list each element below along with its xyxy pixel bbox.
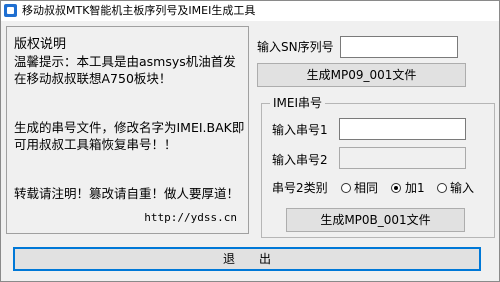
client-area: 版权说明 温馨提示：本工具是由asmsys机油首发在移动叔叔联想A750板块！ … (1, 21, 499, 281)
radio-same-label: 相同 (354, 181, 379, 195)
warning-text: 转载请注明！篡改请自重！做人要厚道！ (14, 186, 240, 201)
sn-label: 输入SN序列号 (257, 40, 334, 54)
radio-plus-one[interactable] (391, 183, 401, 193)
notice-text: 温馨提示：本工具是由asmsys机油首发在移动叔叔联想A750板块！ (14, 54, 236, 86)
instructions-text: 生成的串号文件，修改名字为IMEI.BAK即可用叔叔工具箱恢复串号！！ (14, 120, 245, 152)
imei1-label: 输入串号1 (272, 123, 328, 137)
generate-mp0b-button[interactable]: 生成MP0B_001文件 (286, 208, 465, 232)
imei-group-title: IMEI串号 (270, 96, 326, 111)
radio-input-label: 输入 (450, 181, 475, 195)
copyright-panel: 版权说明 温馨提示：本工具是由asmsys机油首发在移动叔叔联想A750板块！ … (6, 26, 249, 234)
radio-same[interactable] (341, 183, 351, 193)
title-bar: 移动叔叔MTK智能机主板序列号及IMEI生成工具 (1, 1, 499, 21)
website-url: http://ydss.cn (144, 211, 237, 224)
imei2-input[interactable] (339, 147, 466, 169)
sn-input[interactable] (340, 36, 458, 58)
app-window: 移动叔叔MTK智能机主板序列号及IMEI生成工具 版权说明 温馨提示：本工具是由… (0, 0, 500, 282)
radio-input[interactable] (437, 183, 447, 193)
imei2-mode-label: 串号2类别 (272, 181, 328, 195)
imei2-label: 输入串号2 (272, 153, 328, 167)
radio-plus-one-label: 加1 (405, 181, 425, 195)
exit-button[interactable]: 退 出 (13, 247, 481, 271)
app-icon (4, 4, 17, 17)
window-title: 移动叔叔MTK智能机主板序列号及IMEI生成工具 (22, 4, 256, 17)
imei1-input[interactable] (339, 118, 466, 140)
generate-mp09-button[interactable]: 生成MP09_001文件 (257, 63, 466, 87)
copyright-title: 版权说明 (14, 37, 67, 52)
